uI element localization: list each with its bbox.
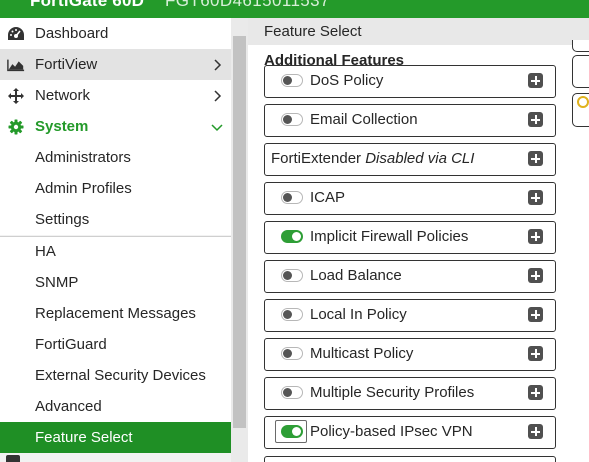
sidebar-item-label: Feature Select — [35, 429, 133, 446]
chevron-right-icon — [214, 59, 222, 71]
sidebar-item-label: FortiView — [35, 56, 98, 73]
sidebar-item-external-security-devices[interactable]: External Security Devices — [0, 360, 231, 391]
feature-card-multicast-policy: Multicast Policy — [264, 338, 556, 371]
toggle-switch[interactable] — [281, 191, 303, 204]
sidebar-item-advanced[interactable]: Advanced — [0, 391, 231, 422]
toggle-switch[interactable] — [281, 347, 303, 360]
plus-icon[interactable] — [528, 190, 543, 205]
scrollbar-thumb[interactable] — [233, 36, 246, 428]
toggle-switch[interactable] — [281, 308, 303, 321]
right-card-partial — [572, 40, 589, 52]
plus-icon[interactable] — [528, 385, 543, 400]
plus-icon[interactable] — [528, 229, 543, 244]
feature-name: ICAP — [310, 189, 346, 206]
plus-icon[interactable] — [528, 112, 543, 127]
feature-card-dos-policy: DoS Policy — [264, 65, 556, 98]
toggle-switch[interactable] — [281, 425, 303, 438]
sidebar-item-administrators[interactable]: Administrators — [0, 142, 231, 173]
toggle-switch[interactable] — [281, 230, 303, 243]
sidebar-item-label: Dashboard — [35, 25, 109, 42]
sidebar-item-fortiview[interactable]: FortiView — [0, 49, 231, 80]
feature-name: FortiExtender Disabled via CLI — [271, 150, 475, 167]
plus-icon[interactable] — [528, 151, 543, 166]
sidebar-item-admin-profiles[interactable]: Admin Profiles — [0, 173, 231, 204]
sidebar-item-label: SNMP — [35, 274, 79, 291]
feature-name: Multicast Policy — [310, 345, 414, 362]
plus-icon[interactable] — [528, 73, 543, 88]
sidebar-item-label: Replacement Messages — [35, 305, 196, 322]
partial-icon — [6, 455, 20, 462]
feature-card-fortiextender: FortiExtender Disabled via CLI — [264, 143, 556, 176]
sidebar-item-ha[interactable]: HA — [0, 236, 231, 267]
feature-card-partial — [264, 456, 556, 462]
chevron-right-icon — [214, 90, 222, 102]
feature-name: Multiple Security Profiles — [310, 384, 475, 401]
chevron-down-icon — [211, 124, 223, 132]
feature-name: Email Collection — [310, 111, 418, 128]
sidebar: Dashboard FortiView Network System Admin… — [0, 18, 248, 462]
sidebar-item-label: HA — [35, 243, 56, 260]
sidebar-item-label: Advanced — [35, 398, 102, 415]
sidebar-item-settings[interactable]: Settings — [0, 204, 231, 235]
sidebar-item-replacement-messages[interactable]: Replacement Messages — [0, 298, 231, 329]
sidebar-item-system[interactable]: System — [0, 111, 231, 142]
feature-name: Policy-based IPsec VPN — [310, 423, 473, 440]
sidebar-item-network[interactable]: Network — [0, 80, 231, 111]
feature-card-load-balance: Load Balance — [264, 260, 556, 293]
feature-card-multiple-security-profiles: Multiple Security Profiles — [264, 377, 556, 410]
feature-card-local-in-policy: Local In Policy — [264, 299, 556, 332]
right-card-partial — [572, 55, 589, 88]
sidebar-divider — [0, 236, 231, 237]
feature-card-email-collection: Email Collection — [264, 104, 556, 137]
sidebar-item-label: System — [35, 118, 89, 135]
feature-card-policy-based-ipsec-vpn: Policy-based IPsec VPN — [264, 416, 556, 449]
sidebar-item-fortiguard[interactable]: FortiGuard — [0, 329, 231, 360]
page-header: Feature Select — [248, 18, 589, 45]
plus-icon[interactable] — [528, 346, 543, 361]
feature-card-implicit-firewall-policies: Implicit Firewall Policies — [264, 221, 556, 254]
gear-icon — [7, 118, 25, 136]
page-title: Feature Select — [264, 23, 362, 40]
move-arrows-icon — [7, 87, 25, 105]
sidebar-item-label: Administrators — [35, 149, 131, 166]
sidebar-item-label: FortiGuard — [35, 336, 107, 353]
device-title: FortiGate 60D — [30, 0, 145, 10]
toggle-switch[interactable] — [281, 386, 303, 399]
top-header-bar: FortiGate 60D FGT60D4615011537 — [0, 0, 589, 18]
sidebar-item-label: Network — [35, 87, 91, 104]
feature-name: Implicit Firewall Policies — [310, 228, 469, 245]
feature-name: Load Balance — [310, 267, 402, 284]
feature-note: Disabled via CLI — [365, 150, 475, 167]
plus-icon[interactable] — [528, 268, 543, 283]
sidebar-item-label: Admin Profiles — [35, 180, 132, 197]
plus-icon[interactable] — [528, 307, 543, 322]
plus-icon[interactable] — [528, 424, 543, 439]
toggle-switch[interactable] — [281, 269, 303, 282]
toggle-switch[interactable] — [281, 113, 303, 126]
feature-card-icap: ICAP — [264, 182, 556, 215]
right-card-partial — [572, 93, 589, 127]
sidebar-item-label: Settings — [35, 211, 90, 228]
dashboard-icon — [7, 25, 25, 43]
sidebar-scrollbar[interactable] — [231, 18, 248, 462]
feature-name: Local In Policy — [310, 306, 407, 323]
sidebar-item-feature-select[interactable]: Feature Select — [0, 422, 231, 453]
device-serial: FGT60D4615011537 — [165, 0, 330, 10]
status-circle-icon — [577, 96, 589, 108]
chart-icon — [7, 56, 25, 74]
sidebar-item-label: External Security Devices — [35, 367, 206, 384]
feature-name: DoS Policy — [310, 72, 384, 89]
toggle-switch[interactable] — [281, 74, 303, 87]
sidebar-item-snmp[interactable]: SNMP — [0, 267, 231, 298]
sidebar-item-dashboard[interactable]: Dashboard — [0, 18, 231, 49]
